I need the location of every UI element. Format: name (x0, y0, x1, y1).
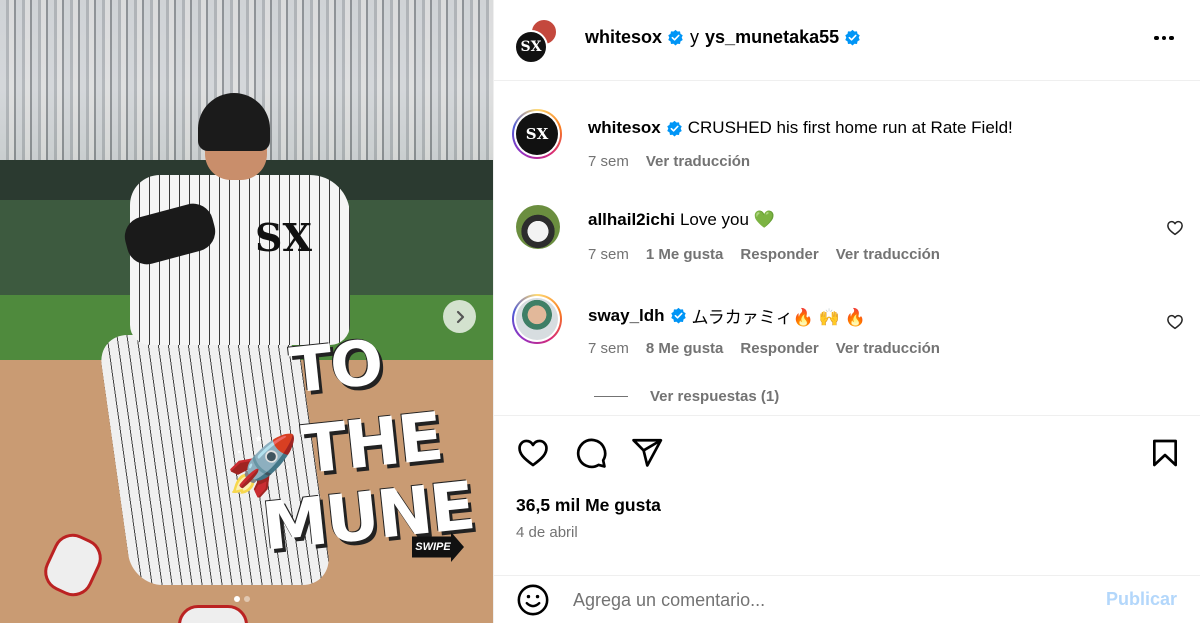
comment-icon (576, 438, 607, 469)
coauthor-link[interactable]: ys_munetaka55 (705, 27, 839, 48)
save-button[interactable] (1147, 435, 1183, 471)
helmet (198, 93, 270, 151)
post-dialog: SX TO THE MUNE 🚀 SWIPE SX whitesox y ys_… (0, 0, 1200, 623)
story-ring[interactable]: SX (512, 109, 562, 159)
overlay-text-line1: TO (286, 325, 385, 408)
avatar-author: SX (514, 30, 548, 64)
post-date[interactable]: 4 de abril (516, 524, 578, 541)
post-sidebar: SX whitesox y ys_munetaka55 SX whitesox … (493, 0, 1200, 623)
emoji-icon (517, 584, 549, 616)
comment-likes[interactable]: 1 Me gusta (646, 246, 724, 263)
heart-icon[interactable] (1166, 313, 1184, 331)
authors-conjunction: y (690, 27, 700, 47)
carousel-indicator (234, 596, 250, 602)
chevron-right-icon (456, 310, 464, 323)
post-actions: 36,5 mil Me gusta 4 de abril (494, 415, 1200, 575)
comment-time[interactable]: 7 sem (588, 340, 629, 357)
translate-link[interactable]: Ver traducción (646, 153, 750, 170)
comments-list[interactable]: SX whitesox CRUSHED his first home run a… (494, 82, 1200, 415)
comment-button[interactable] (573, 435, 609, 471)
comment-time[interactable]: 7 sem (588, 246, 629, 263)
more-horizontal-icon (1154, 35, 1159, 41)
comment-text: Love you 💚 (679, 210, 775, 229)
comment-likes[interactable]: 8 Me gusta (646, 340, 724, 357)
author-link[interactable]: whitesox (585, 27, 662, 48)
rocket-icon: 🚀 (226, 433, 299, 498)
heart-icon (518, 439, 548, 467)
verified-badge-icon (667, 120, 682, 136)
comment-composer: Publicar (494, 575, 1200, 623)
verified-badge-icon (670, 307, 686, 324)
comment-username[interactable]: sway_ldh (588, 306, 665, 326)
likes-count[interactable]: 36,5 mil Me gusta (516, 495, 661, 516)
caption-username[interactable]: whitesox (588, 118, 661, 138)
avatar: SX (516, 113, 558, 155)
emoji-button[interactable] (515, 582, 551, 618)
share-button[interactable] (629, 435, 665, 471)
avatar[interactable] (516, 205, 560, 249)
post-header: SX whitesox y ys_munetaka55 (494, 0, 1200, 81)
publish-button[interactable]: Publicar (1106, 589, 1177, 610)
bookmark-icon (1153, 439, 1177, 467)
more-options-button[interactable] (1149, 26, 1179, 50)
jersey-logo: SX (255, 215, 312, 260)
view-replies-label: Ver respuestas (1) (650, 388, 780, 405)
carousel-dot (244, 596, 250, 602)
like-button[interactable] (515, 435, 551, 471)
caption-text: CRUSHED his first home run at Rate Field… (687, 118, 1013, 137)
translate-link[interactable]: Ver traducción (836, 246, 940, 263)
avatar (516, 298, 558, 340)
post-authors: whitesox y ys_munetaka55 (585, 27, 861, 48)
send-icon (632, 438, 663, 467)
post-media[interactable]: SX TO THE MUNE 🚀 SWIPE (0, 0, 493, 623)
heart-icon[interactable] (1166, 219, 1184, 237)
carousel-next-button[interactable] (443, 300, 476, 333)
comment-username[interactable]: allhail2ichi (588, 210, 675, 230)
verified-badge-icon (668, 29, 683, 46)
comment-input[interactable] (573, 586, 1093, 614)
view-replies-button[interactable]: Ver respuestas (1) (594, 388, 779, 405)
verified-badge-icon (845, 29, 860, 46)
divider (594, 396, 628, 397)
story-ring[interactable] (512, 294, 562, 344)
reply-link[interactable]: Responder (740, 246, 818, 263)
comment-text: ムラカァミィ🔥 🙌 🔥 (691, 308, 866, 327)
caption-time[interactable]: 7 sem (588, 153, 629, 170)
reply-link[interactable]: Responder (740, 340, 818, 357)
carousel-dot-active (234, 596, 240, 602)
collab-avatars[interactable]: SX (514, 18, 564, 64)
translate-link[interactable]: Ver traducción (836, 340, 940, 357)
